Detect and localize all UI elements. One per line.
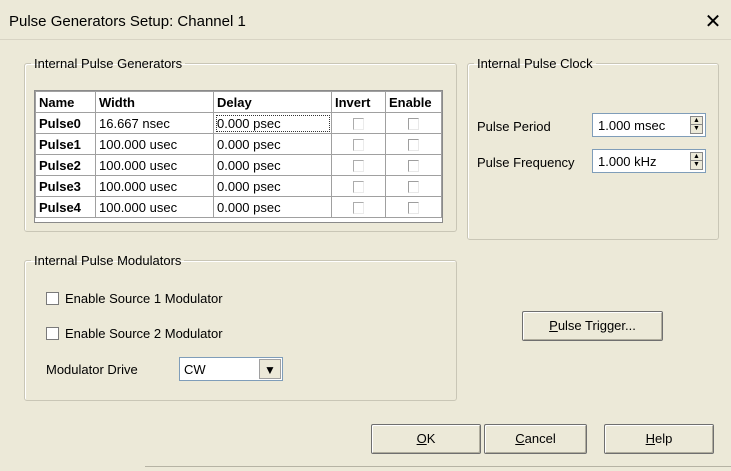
modulator-drive-value[interactable]: CW [184, 362, 206, 377]
enable-source-2-checkbox[interactable] [46, 327, 59, 340]
invert-cell[interactable] [331, 196, 386, 218]
invert-checkbox[interactable] [353, 160, 364, 173]
row-name-cell: Pulse0 [35, 112, 96, 134]
delay-cell[interactable]: 0.000 psec [213, 175, 332, 197]
table-row: Pulse1 100.000 usec 0.000 psec [35, 133, 442, 155]
width-cell[interactable]: 100.000 usec [95, 196, 214, 218]
pulse-period-label: Pulse Period [477, 119, 551, 134]
pulse-frequency-value[interactable]: 1.000 kHz [598, 154, 657, 169]
row-name-cell: Pulse2 [35, 154, 96, 176]
enable-cell[interactable] [385, 196, 442, 218]
pulse-period-spinbox[interactable]: 1.000 msec ▲ ▼ [592, 113, 706, 137]
ok-button[interactable]: OK [371, 424, 481, 454]
column-header-invert[interactable]: Invert [331, 91, 386, 113]
close-button[interactable]: ✕ [700, 10, 726, 36]
invert-checkbox[interactable] [353, 181, 364, 194]
column-header-width[interactable]: Width [95, 91, 214, 113]
enable-cell[interactable] [385, 154, 442, 176]
enable-checkbox[interactable] [408, 139, 419, 152]
enable-checkbox[interactable] [408, 160, 419, 173]
column-header-delay[interactable]: Delay [213, 91, 332, 113]
help-label: elp [655, 431, 673, 446]
enable-checkbox[interactable] [408, 202, 419, 215]
table-row: Pulse0 16.667 nsec 0.000 psec [35, 112, 442, 134]
title-bar: Pulse Generators Setup: Channel 1 ✕ [0, 0, 731, 40]
invert-checkbox[interactable] [353, 202, 364, 215]
table-header-row: Name Width Delay Invert Enable [35, 91, 442, 113]
pulse-generators-group-label: Internal Pulse Generators [34, 56, 183, 71]
pulse-trigger-label: ulse Trigger... [557, 318, 636, 333]
invert-checkbox[interactable] [353, 118, 364, 131]
row-name-cell: Pulse4 [35, 196, 96, 218]
pulse-frequency-spinbox[interactable]: 1.000 kHz ▲ ▼ [592, 149, 706, 173]
spin-up-icon[interactable]: ▲ [691, 153, 702, 161]
enable-checkbox[interactable] [408, 181, 419, 194]
pulse-period-spin-buttons[interactable]: ▲ ▼ [690, 116, 703, 134]
invert-checkbox[interactable] [353, 139, 364, 152]
invert-cell[interactable] [331, 133, 386, 155]
enable-source-1-label[interactable]: Enable Source 1 Modulator [65, 291, 223, 306]
enable-cell[interactable] [385, 175, 442, 197]
table-row: Pulse3 100.000 usec 0.000 psec [35, 175, 442, 197]
pulse-modulators-group-label: Internal Pulse Modulators [34, 253, 182, 268]
table-row: Pulse4 100.000 usec 0.000 psec [35, 196, 442, 218]
spin-down-icon[interactable]: ▼ [691, 161, 702, 169]
close-icon: ✕ [704, 11, 722, 33]
invert-cell[interactable] [331, 112, 386, 134]
delay-cell[interactable]: 0.000 psec [213, 133, 332, 155]
width-cell[interactable]: 100.000 usec [95, 154, 214, 176]
enable-cell[interactable] [385, 112, 442, 134]
pulse-clock-group-label: Internal Pulse Clock [477, 56, 593, 71]
ok-label: K [426, 431, 436, 446]
table-row: Pulse2 100.000 usec 0.000 psec [35, 154, 442, 176]
row-name-cell: Pulse3 [35, 175, 96, 197]
invert-cell[interactable] [331, 175, 386, 197]
column-header-enable[interactable]: Enable [385, 91, 442, 113]
row-name-cell: Pulse1 [35, 133, 96, 155]
bottom-divider [145, 466, 731, 467]
enable-source-1-checkbox[interactable] [46, 292, 59, 305]
spin-down-icon[interactable]: ▼ [691, 125, 702, 133]
ok-accel: O [416, 431, 427, 446]
width-cell[interactable]: 16.667 nsec [95, 112, 214, 134]
invert-cell[interactable] [331, 154, 386, 176]
help-button[interactable]: Help [604, 424, 714, 454]
enable-source-2-label[interactable]: Enable Source 2 Modulator [65, 326, 223, 341]
pulse-generators-table: Name Width Delay Invert Enable Pulse0 16… [34, 90, 443, 223]
pulse-frequency-label: Pulse Frequency [477, 155, 575, 170]
pulse-period-value[interactable]: 1.000 msec [598, 118, 665, 133]
cancel-accel: C [515, 431, 525, 446]
window-title: Pulse Generators Setup: Channel 1 [9, 13, 246, 30]
spin-up-icon[interactable]: ▲ [691, 117, 702, 125]
width-cell[interactable]: 100.000 usec [95, 175, 214, 197]
modulator-drive-select[interactable]: CW ▼ [179, 357, 283, 381]
pulse-trigger-button[interactable]: Pulse Trigger... [522, 311, 663, 341]
delay-cell[interactable]: 0.000 psec [213, 154, 332, 176]
pulse-frequency-spin-buttons[interactable]: ▲ ▼ [690, 152, 703, 170]
pulse-trigger-accel: P [549, 318, 558, 333]
help-accel: H [645, 431, 656, 446]
enable-cell[interactable] [385, 133, 442, 155]
column-header-name[interactable]: Name [35, 91, 96, 113]
pulse-clock-group: Internal Pulse Clock [467, 56, 719, 240]
enable-checkbox[interactable] [408, 118, 419, 131]
modulator-drive-label: Modulator Drive [46, 362, 138, 377]
chevron-down-icon[interactable]: ▼ [259, 359, 281, 379]
delay-cell[interactable]: 0.000 psec [213, 112, 332, 134]
cancel-label: ancel [524, 431, 556, 446]
cancel-button[interactable]: Cancel [484, 424, 587, 454]
width-cell[interactable]: 100.000 usec [95, 133, 214, 155]
delay-cell[interactable]: 0.000 psec [213, 196, 332, 218]
